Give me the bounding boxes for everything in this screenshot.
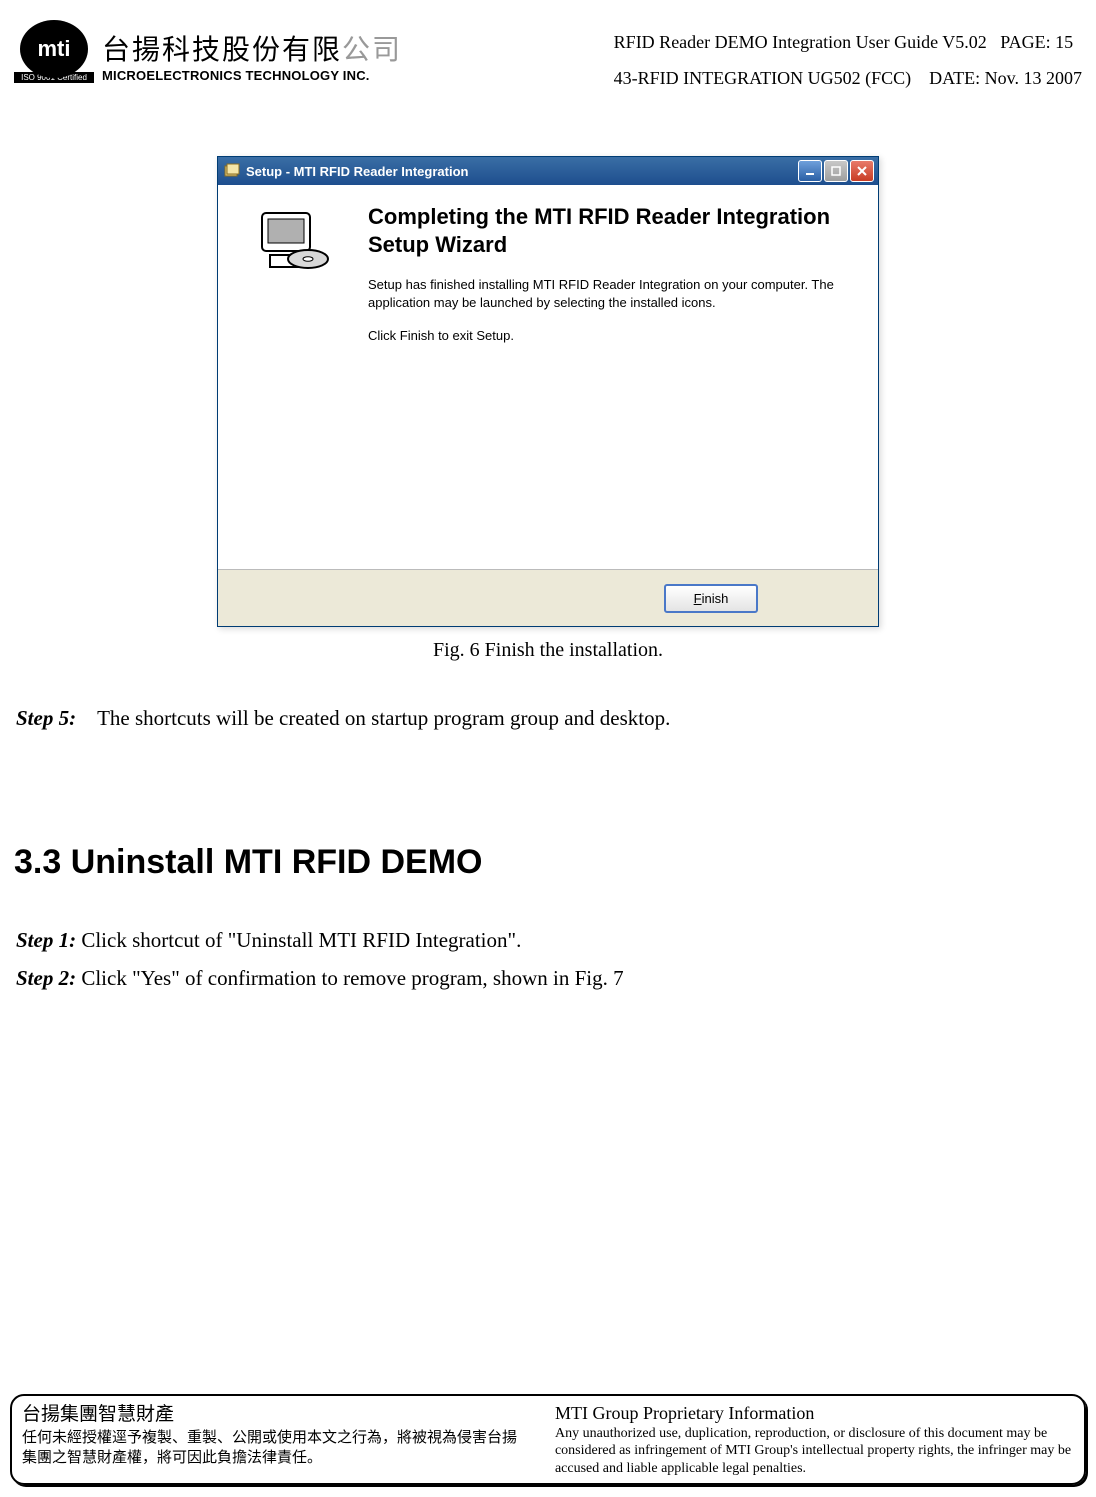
- logo-text: mti: [38, 36, 71, 62]
- doc-code: 43-RFID INTEGRATION UG502 (FCC): [614, 68, 912, 88]
- wizard-text-2: Click Finish to exit Setup.: [368, 327, 856, 345]
- footer-right-body: Any unauthorized use, duplication, repro…: [555, 1425, 1074, 1478]
- step-5-text: The shortcuts will be created on startup…: [97, 706, 670, 730]
- wizard-footer: Finish: [218, 570, 878, 626]
- company-name-cn: 台揚科技股份有限公司: [102, 28, 402, 68]
- footer-right-title: MTI Group Proprietary Information: [555, 1402, 1074, 1425]
- uninstall-steps: Step 1: Click shortcut of "Uninstall MTI…: [10, 922, 1086, 998]
- wizard-right-pane: Completing the MTI RFID Reader Integrati…: [368, 203, 856, 551]
- step-2-label: Step 2:: [16, 966, 76, 990]
- installer-icon: [224, 163, 240, 179]
- company-logo: mti ISO 9001 Certified: [14, 20, 94, 90]
- minimize-button[interactable]: [798, 160, 822, 182]
- company-name: 台揚科技股份有限公司 MICROELECTRONICS TECHNOLOGY I…: [102, 28, 402, 83]
- computer-disc-icon: [256, 209, 330, 273]
- finish-button[interactable]: Finish: [664, 584, 758, 613]
- page-header: mti ISO 9001 Certified 台揚科技股份有限公司 MICROE…: [10, 20, 1086, 96]
- logo-block: mti ISO 9001 Certified 台揚科技股份有限公司 MICROE…: [14, 20, 402, 90]
- figure-caption: Fig. 6 Finish the installation.: [433, 639, 663, 662]
- footer-right: MTI Group Proprietary Information Any un…: [555, 1402, 1074, 1477]
- close-button[interactable]: [850, 160, 874, 182]
- setup-window: Setup - MTI RFID Reader Integration: [217, 156, 879, 627]
- company-name-en: MICROELECTRONICS TECHNOLOGY INC.: [102, 68, 402, 83]
- header-meta: RFID Reader DEMO Integration User Guide …: [614, 20, 1082, 96]
- doc-title: RFID Reader DEMO Integration User Guide …: [614, 32, 987, 52]
- company-cn-main: 台揚科技股份有限: [102, 34, 342, 65]
- finish-btn-text: inish: [702, 591, 729, 606]
- window-title: Setup - MTI RFID Reader Integration: [246, 164, 468, 179]
- wizard-text-1: Setup has finished installing MTI RFID R…: [368, 276, 856, 311]
- finish-btn-hotkey: F: [694, 591, 702, 606]
- uninstall-step-2: Step 2: Click "Yes" of confirmation to r…: [16, 960, 1080, 998]
- window-titlebar: Setup - MTI RFID Reader Integration: [218, 157, 878, 185]
- footer-left: 台揚集團智慧財產 任何未經授權逕予複製、重製、公開或使用本文之行為，將被視為侵害…: [22, 1402, 527, 1477]
- step-5: Step 5: The shortcuts will be created on…: [10, 704, 1086, 733]
- window-controls: [798, 160, 874, 182]
- step-1-text: Click shortcut of "Uninstall MTI RFID In…: [76, 928, 521, 952]
- logo-circle-icon: mti: [20, 20, 88, 78]
- step-5-label: Step 5:: [16, 706, 76, 730]
- page-number: PAGE: 15: [1000, 32, 1073, 52]
- uninstall-step-1: Step 1: Click shortcut of "Uninstall MTI…: [16, 922, 1080, 960]
- section-heading-3-3: 3.3 Uninstall MTI RFID DEMO: [10, 843, 1086, 882]
- wizard-body: Completing the MTI RFID Reader Integrati…: [218, 185, 878, 570]
- step-2-text: Click "Yes" of confirmation to remove pr…: [76, 966, 624, 990]
- maximize-button: [824, 160, 848, 182]
- footer-left-title: 台揚集團智慧財產: [22, 1402, 527, 1428]
- proprietary-footer: 台揚集團智慧財產 任何未經授權逕予複製、重製、公開或使用本文之行為，將被視為侵害…: [10, 1394, 1086, 1485]
- wizard-title: Completing the MTI RFID Reader Integrati…: [368, 203, 856, 258]
- doc-date: DATE: Nov. 13 2007: [929, 68, 1082, 88]
- footer-left-body: 任何未經授權逕予複製、重製、公開或使用本文之行為，將被視為侵害台揚集團之智慧財產…: [22, 1428, 527, 1469]
- company-cn-suffix: 公司: [342, 34, 402, 65]
- figure-6: Setup - MTI RFID Reader Integration: [10, 156, 1086, 662]
- wizard-left-pane: [218, 203, 368, 551]
- step-1-label: Step 1:: [16, 928, 76, 952]
